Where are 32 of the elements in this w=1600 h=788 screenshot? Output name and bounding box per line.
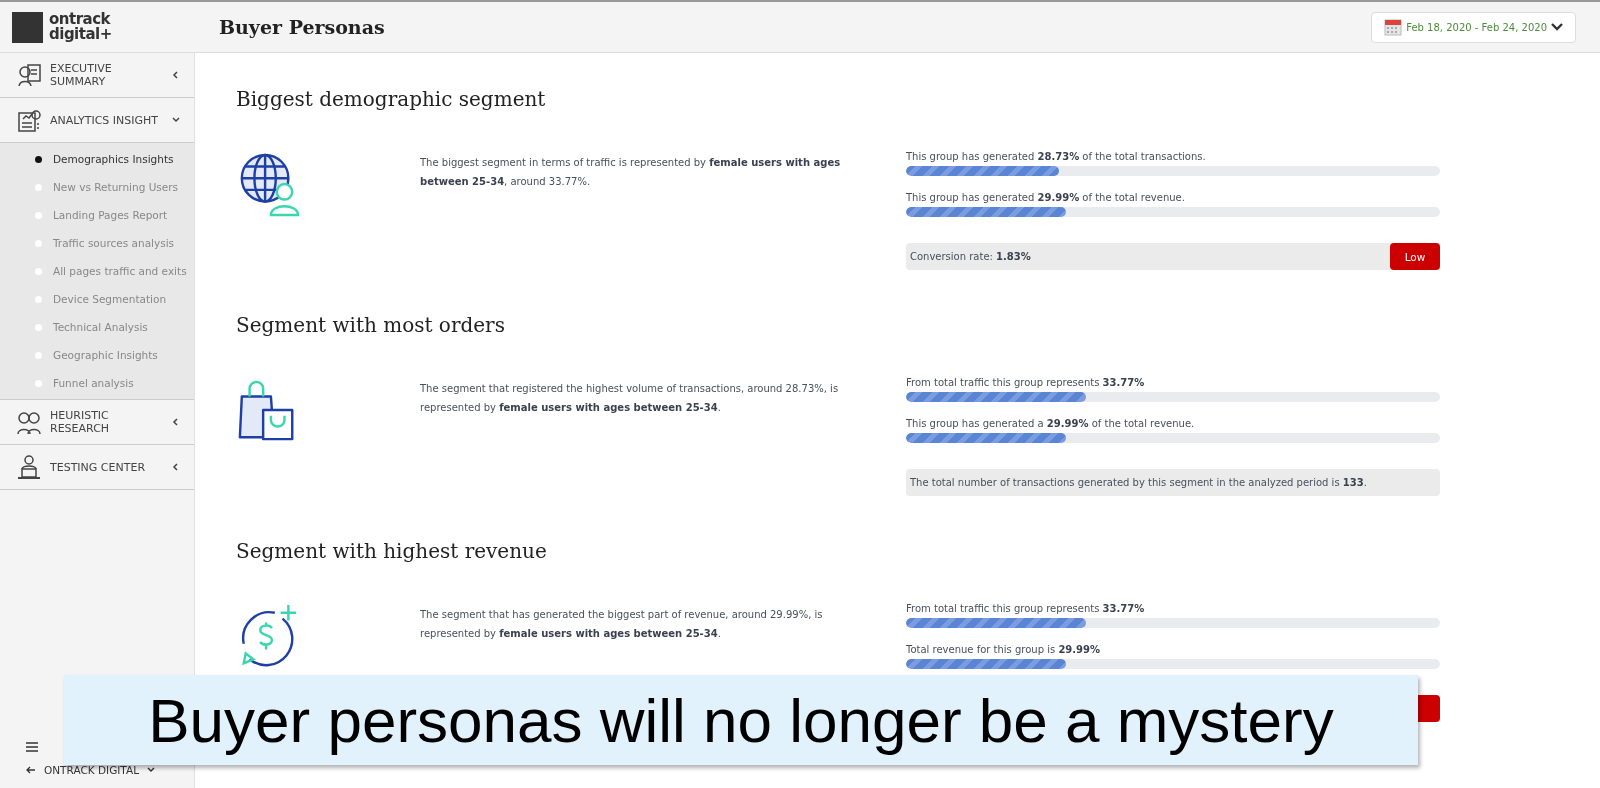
stat-label: Total revenue for this group is 29.99% (906, 644, 1102, 655)
stat-label: From total traffic this group represents 33.77% (906, 603, 1146, 614)
menu-item[interactable]: Demographics Insights (53, 153, 174, 165)
menu-group[interactable]: HEURISTIC RESEARCH (0, 400, 194, 445)
stat-label: This group has generated 29.99% of the total revenue. (906, 192, 1186, 203)
segment-description: The biggest segment in terms of traffic is represented by female users with ages between 25-34, around 33.77%. (420, 156, 842, 189)
menu-item[interactable]: Landing Pages Report (53, 209, 168, 221)
section-title: Segment with most orders (236, 313, 506, 337)
stat-label: This group has generated 28.73% of the total transactions. (906, 151, 1207, 162)
segment-description: The segment that registered the highest volume of transactions, around 28.73%, is represented by female users with ages between 25-34. (420, 382, 840, 415)
workspace-switcher[interactable]: ONTRACK DIGITAL (0, 764, 194, 788)
menu-group[interactable]: EXECUTIVE SUMMARY (0, 53, 194, 98)
segment-description: The segment that has generated the biggest part of revenue, around 29.99%, is represented by female users with ages between 25-34. (420, 608, 824, 641)
menu-item[interactable]: Geographic Insights (53, 349, 158, 361)
logo-text: ontrack digital+ (49, 12, 112, 42)
menu-item[interactable]: Technical Analysis (53, 321, 148, 333)
menu-item[interactable]: Device Segmentation (53, 293, 167, 305)
page-title: Buyer Personas (219, 16, 386, 38)
conversion-rate: Conversion rate: 1.83% (910, 251, 1031, 262)
menu-item[interactable]: Traffic sources analysis (53, 237, 175, 249)
stat-label: This group has generated a 29.99% of the total revenue. (906, 418, 1196, 429)
menu-item[interactable]: All pages traffic and exits (53, 265, 187, 277)
section-title: Biggest demographic segment (236, 87, 547, 111)
summary-note: The total number of transactions generated by this segment in the analyzed period is 133. (910, 477, 1367, 488)
rating-badge: Low (1390, 243, 1440, 270)
menu-group[interactable]: TESTING CENTER (0, 445, 194, 490)
stat-label: From total traffic this group represents 33.77% (906, 377, 1146, 388)
menu-item[interactable]: New vs Returning Users (53, 181, 179, 193)
menu-item[interactable]: Funnel analysis (53, 377, 134, 389)
caption-banner: Buyer personas will no longer be a mystery (64, 675, 1418, 765)
section-title: Segment with highest revenue (236, 539, 548, 563)
date-range-picker[interactable]: Feb 18, 2020 - Feb 24, 2020 (1371, 11, 1576, 43)
